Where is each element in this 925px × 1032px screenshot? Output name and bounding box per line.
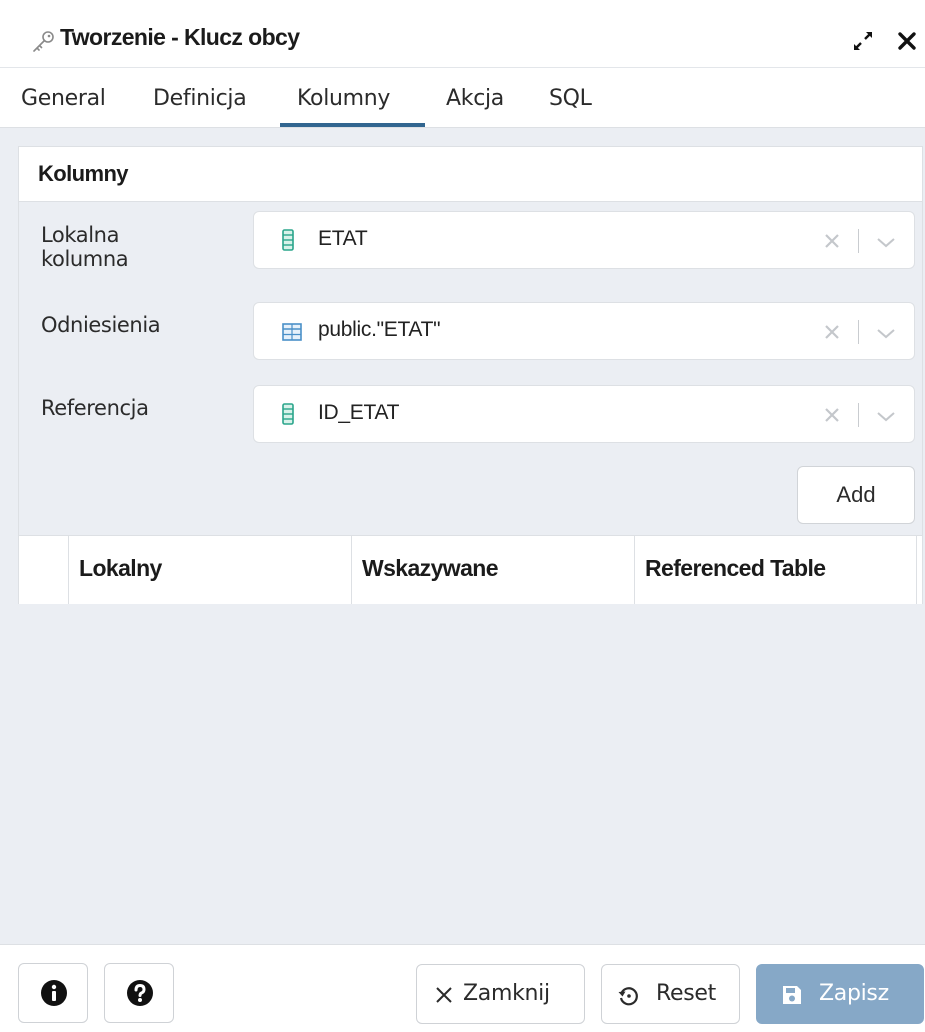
referencing-value: ID_ETAT — [318, 401, 400, 424]
close-button-label: Zamknij — [463, 981, 550, 1006]
column-icon — [282, 403, 294, 425]
dialog-footer: Zamknij Reset Zapisz — [0, 944, 925, 1032]
panel-header: Kolumny — [19, 147, 922, 202]
key-icon — [33, 31, 54, 52]
tab-akcja[interactable]: Akcja — [446, 86, 504, 111]
help-icon — [127, 980, 153, 1006]
local-column-select[interactable]: ETAT — [253, 211, 915, 269]
dialog-title: Tworzenie - Klucz obcy — [60, 24, 300, 50]
grid-header-referenced[interactable]: Wskazywane — [351, 536, 634, 604]
grid-header-referenced-table[interactable]: Referenced Table — [634, 536, 916, 604]
clear-icon[interactable] — [820, 320, 844, 344]
select-separator — [858, 320, 859, 344]
reset-button[interactable]: Reset — [601, 964, 740, 1024]
grid-header-referenced-label: Wskazywane — [362, 555, 499, 581]
reset-icon — [618, 987, 638, 1006]
add-button[interactable]: Add — [797, 466, 915, 524]
grid-row-handle-column — [19, 536, 68, 604]
save-button-label: Zapisz — [819, 981, 889, 1006]
expand-icon[interactable] — [852, 30, 874, 52]
tab-bar: General Definicja Kolumny Akcja SQL — [0, 68, 925, 128]
tab-kolumny[interactable]: Kolumny — [297, 86, 390, 111]
references-select[interactable]: public."ETAT" — [253, 302, 915, 360]
grid-header-local-label: Lokalny — [79, 555, 162, 581]
column-icon — [282, 229, 294, 251]
grid-header-local[interactable]: Lokalny — [68, 536, 351, 604]
dialog-titlebar: Tworzenie - Klucz obcy — [0, 10, 925, 68]
local-column-label-line1: Lokalna — [41, 223, 120, 247]
close-button[interactable]: Zamknij — [416, 964, 585, 1024]
local-column-value: ETAT — [318, 227, 368, 250]
tab-general[interactable]: General — [21, 86, 106, 111]
referencing-label: Referencja — [41, 396, 149, 420]
panel-title: Kolumny — [38, 161, 129, 186]
select-separator — [858, 229, 859, 253]
reset-button-label: Reset — [656, 981, 716, 1006]
tab-sql[interactable]: SQL — [549, 86, 592, 111]
dialog-content: Kolumny Lokalna kolumna ETAT Odniesienia… — [0, 128, 925, 944]
tab-definicja[interactable]: Definicja — [153, 86, 247, 111]
local-column-label-line2: kolumna — [41, 247, 129, 271]
info-button[interactable] — [18, 963, 88, 1023]
chevron-down-icon[interactable] — [874, 405, 898, 427]
columns-panel: Kolumny Lokalna kolumna ETAT Odniesienia… — [18, 146, 923, 604]
clear-icon[interactable] — [820, 403, 844, 427]
grid-header-filler — [916, 536, 922, 604]
clear-icon[interactable] — [820, 229, 844, 253]
chevron-down-icon[interactable] — [874, 231, 898, 253]
close-icon[interactable] — [897, 31, 917, 51]
table-icon — [282, 323, 302, 341]
references-label: Odniesienia — [41, 313, 161, 337]
save-icon — [783, 986, 801, 1004]
references-value: public."ETAT" — [318, 318, 441, 341]
chevron-down-icon[interactable] — [874, 322, 898, 344]
referencing-select[interactable]: ID_ETAT — [253, 385, 915, 443]
save-button[interactable]: Zapisz — [756, 964, 924, 1024]
active-tab-indicator — [280, 123, 425, 127]
help-button[interactable] — [104, 963, 174, 1023]
create-foreign-key-dialog: Tworzenie - Klucz obcy General Definicja… — [0, 0, 925, 1032]
close-icon — [436, 987, 452, 1003]
info-icon — [41, 980, 67, 1006]
grid-header-referenced-table-label: Referenced Table — [645, 555, 826, 581]
columns-grid-header: Lokalny Wskazywane Referenced Table — [19, 535, 922, 604]
select-separator — [858, 403, 859, 427]
local-column-label: Lokalna kolumna — [41, 223, 129, 271]
